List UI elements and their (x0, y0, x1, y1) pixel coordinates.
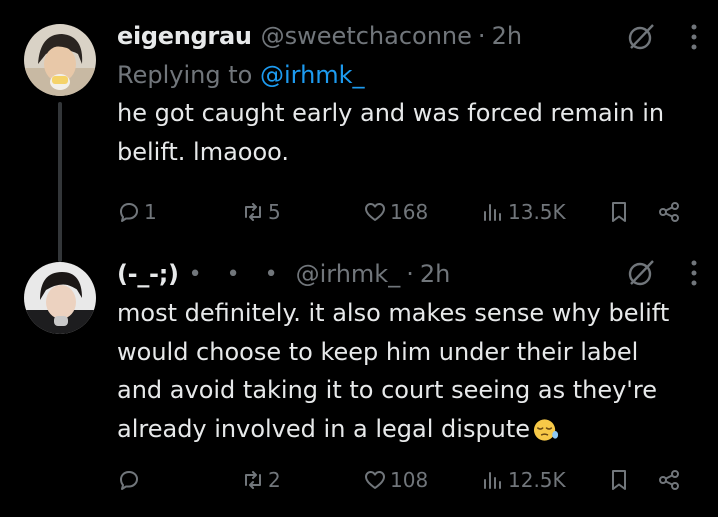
post-text-content: most definitely. it also makes sense why… (117, 299, 670, 443)
repost-count: 5 (268, 200, 281, 224)
user-handle[interactable]: @irhmk_ (296, 260, 401, 288)
heart-icon (365, 203, 385, 221)
action-bar: 1 5 168 13.5K (117, 195, 689, 229)
sleepy-face-emoji-icon (534, 418, 559, 441)
thread-line (58, 102, 62, 262)
separator: · (477, 22, 486, 50)
post-text: he got caught early and was forced remai… (117, 99, 665, 166)
avatar-photo-icon (24, 24, 96, 96)
repost-button[interactable]: 2 (241, 463, 281, 497)
like-button[interactable]: 108 (363, 463, 428, 497)
reply-post-1[interactable]: eigengrau @sweetchaconne · 2h Replying t… (0, 0, 718, 262)
repost-icon (245, 203, 261, 221)
share-button[interactable] (657, 195, 681, 229)
post-header: eigengrau @sweetchaconne · 2h (117, 16, 698, 56)
views-count: 13.5K (508, 200, 566, 224)
avatar-photo-icon (24, 262, 96, 334)
views-icon (484, 204, 501, 221)
reply-post-2[interactable]: (-_-;) • • • @irhmk_ · 2h most definitel… (0, 250, 718, 517)
reply-button[interactable] (117, 463, 144, 497)
share-icon (659, 470, 679, 490)
action-bar: 2 108 12.5K (117, 463, 689, 497)
avatar[interactable] (24, 24, 96, 96)
like-button[interactable]: 168 (363, 195, 428, 229)
grok-icon[interactable] (626, 258, 656, 288)
post-text: most definitely. it also makes sense why… (117, 294, 698, 448)
views-count: 12.5K (508, 468, 566, 492)
more-icon[interactable] (690, 259, 698, 287)
display-name[interactable]: (-_-;) (117, 260, 179, 288)
share-icon (659, 202, 679, 222)
separator: · (406, 260, 414, 288)
grok-icon[interactable] (626, 22, 656, 52)
bookmark-button[interactable] (607, 463, 631, 497)
timestamp[interactable]: 2h (420, 260, 450, 288)
reply-icon (120, 203, 138, 222)
replying-to: Replying to @irhmk_ (117, 56, 698, 94)
reply-mention-link[interactable]: @irhmk_ (260, 61, 365, 89)
views-button[interactable]: 12.5K (481, 463, 566, 497)
post-header: (-_-;) • • • @irhmk_ · 2h (117, 254, 698, 294)
like-count: 168 (390, 200, 429, 224)
bookmark-icon (612, 202, 626, 222)
views-button[interactable]: 13.5K (481, 195, 566, 229)
heart-icon (365, 471, 385, 489)
repost-icon (245, 471, 261, 489)
timestamp[interactable]: 2h (492, 22, 522, 50)
views-icon (484, 472, 501, 489)
bookmark-icon (612, 470, 626, 490)
user-handle[interactable]: @sweetchaconne (261, 22, 472, 50)
display-name[interactable]: eigengrau (117, 22, 252, 50)
replying-to-label: Replying to (117, 61, 253, 89)
share-button[interactable] (657, 463, 681, 497)
like-count: 108 (390, 468, 429, 492)
reply-count: 1 (144, 200, 157, 224)
repost-count: 2 (268, 468, 281, 492)
more-icon[interactable] (690, 23, 698, 51)
bookmark-button[interactable] (607, 195, 631, 229)
repost-button[interactable]: 5 (241, 195, 281, 229)
reply-icon (120, 471, 138, 490)
avatar[interactable] (24, 262, 96, 334)
name-badge: • • • (188, 261, 287, 287)
reply-button[interactable]: 1 (117, 195, 157, 229)
